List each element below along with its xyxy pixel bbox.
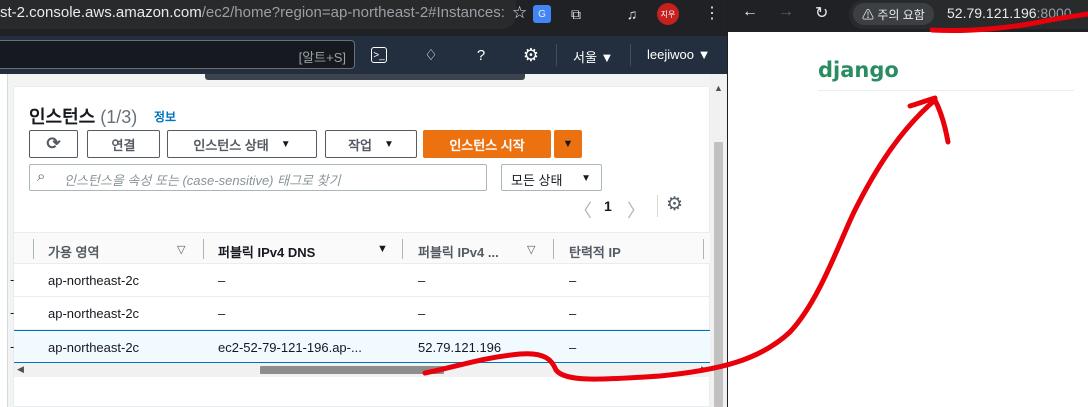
- scroll-right-icon[interactable]: ▶: [701, 364, 708, 375]
- table-row[interactable]: - ap-northeast-2c – – –: [10, 264, 711, 297]
- star-icon[interactable]: ☆: [512, 3, 527, 23]
- table-row-selected[interactable]: - ap-northeast-2c ec2-52-79-121-196.ap-.…: [10, 330, 711, 363]
- search-icon: ⌕: [37, 168, 46, 185]
- scrollbar-thumb[interactable]: [714, 142, 723, 407]
- address-url: st-2.console.aws.amazon.com/ec2/home?reg…: [0, 4, 505, 21]
- search-shortcut: [알트+S]: [298, 50, 346, 65]
- vertical-scrollbar[interactable]: ▲: [710, 74, 727, 407]
- prev-page-icon[interactable]: 〈: [574, 197, 592, 223]
- google-translate-icon[interactable]: G: [533, 5, 551, 23]
- back-icon[interactable]: ←: [742, 3, 758, 21]
- cell-ip: –: [418, 306, 426, 321]
- django-heading: django: [818, 58, 899, 82]
- cell-az: ap-northeast-2c: [48, 273, 140, 288]
- instance-filter-input[interactable]: ⌕ 인스턴스을 속성 또는 (case-sensitive) 태그로 찾기: [29, 164, 487, 191]
- address-bar[interactable]: ⚠ 주의 요함 52.79.121.196:8000: [849, 0, 1088, 29]
- django-window: ← → ↻ ⚠ 주의 요함 52.79.121.196:8000 django: [727, 0, 1088, 407]
- truncated-cell: -: [10, 305, 15, 320]
- media-icon[interactable]: ♫: [623, 5, 641, 23]
- reload-icon[interactable]: ↻: [815, 3, 828, 23]
- column-header-eip[interactable]: 탄력적 IP: [569, 242, 621, 261]
- more-icon[interactable]: ⋮: [704, 3, 720, 23]
- nav-shadow-strip: [205, 74, 525, 80]
- address-bar[interactable]: st-2.console.aws.amazon.com/ec2/home?reg…: [0, 0, 516, 29]
- divider: [818, 90, 1074, 91]
- pager-divider: [657, 195, 658, 217]
- aws-console-window: st-2.console.aws.amazon.com/ec2/home?reg…: [0, 0, 727, 407]
- region-selector[interactable]: 서울 ▼: [573, 47, 613, 66]
- page-title: 인스턴스 (1/3): [29, 107, 138, 127]
- cell-dns: –: [218, 306, 226, 321]
- column-header-az[interactable]: 가용 영역: [48, 242, 99, 261]
- next-page-icon[interactable]: 〉: [627, 197, 645, 223]
- truncated-cell: -: [10, 339, 15, 354]
- table-preferences-icon[interactable]: ⚙: [666, 193, 683, 216]
- instance-state-button[interactable]: 인스턴스 상태 ▼: [167, 130, 317, 158]
- cell-az: ap-northeast-2c: [48, 340, 140, 355]
- browser-toolbar: ← → ↻ ⚠ 주의 요함 52.79.121.196:8000: [728, 0, 1088, 32]
- launch-instance-button[interactable]: 인스턴스 시작: [423, 130, 551, 158]
- settings-gear-icon[interactable]: ⚙: [521, 45, 541, 65]
- cell-ip: –: [418, 273, 426, 288]
- table-header: 가용 영역 ▽ 퍼블릭 IPv4 DNS ▼ 퍼블릭 IPv4 ... ▽ 탄력…: [14, 232, 711, 264]
- side-nav-collapsed: [0, 74, 8, 407]
- launch-dropdown-button[interactable]: ▼: [554, 130, 582, 158]
- column-divider: [703, 239, 704, 259]
- aws-search-input[interactable]: [알트+S]: [0, 40, 355, 69]
- filter-placeholder: 인스턴스을 속성 또는 (case-sensitive) 태그로 찾기: [64, 173, 341, 188]
- not-secure-warning[interactable]: ⚠ 주의 요함: [853, 3, 934, 25]
- scroll-up-icon[interactable]: ▲: [714, 83, 723, 93]
- column-divider: [402, 239, 403, 259]
- state-filter-select[interactable]: 모든 상태 ▼: [501, 164, 602, 191]
- nav-divider: [556, 44, 557, 66]
- cell-eip: –: [569, 340, 577, 355]
- help-icon[interactable]: ?: [471, 45, 491, 65]
- column-header-ip[interactable]: 퍼블릭 IPv4 ...: [418, 242, 499, 261]
- scrollbar-thumb[interactable]: [260, 366, 444, 374]
- user-menu[interactable]: leejiwoo ▼: [647, 47, 710, 62]
- cell-dns[interactable]: ec2-52-79-121-196.ap-...: [218, 340, 362, 355]
- info-link[interactable]: 정보: [154, 108, 176, 125]
- scroll-left-icon[interactable]: ◀: [17, 364, 24, 375]
- instances-panel: 인스턴스 (1/3) 정보 ⟳ 연결 인스턴스 상태 ▼ 작업 ▼ 인스턴스 시작 …: [10, 86, 711, 407]
- horizontal-scrollbar[interactable]: ◀ ▶: [14, 363, 711, 377]
- actions-button[interactable]: 작업 ▼: [325, 130, 417, 158]
- refresh-button[interactable]: ⟳: [29, 130, 78, 158]
- column-divider: [33, 239, 34, 259]
- sort-active-icon[interactable]: ▼: [377, 243, 388, 255]
- sort-icon[interactable]: ▽: [177, 243, 185, 256]
- aws-top-nav: [알트+S] >_ ♢ ? ⚙ 서울 ▼ leejiwoo ▼: [0, 36, 727, 74]
- cell-eip: –: [569, 306, 577, 321]
- address-url: 52.79.121.196:8000: [947, 5, 1072, 21]
- column-divider: [203, 239, 204, 259]
- profile-avatar[interactable]: 지우: [657, 3, 679, 25]
- cell-dns: –: [218, 273, 226, 288]
- cloudshell-icon[interactable]: >_: [371, 47, 387, 63]
- table-row[interactable]: - ap-northeast-2c – – –: [10, 297, 711, 330]
- sort-icon[interactable]: ▽: [527, 243, 535, 256]
- bell-icon[interactable]: ♢: [421, 45, 441, 65]
- browser-toolbar: st-2.console.aws.amazon.com/ec2/home?reg…: [0, 0, 727, 36]
- connect-button[interactable]: 연결: [87, 130, 160, 158]
- nav-divider: [630, 44, 631, 66]
- cell-ip[interactable]: 52.79.121.196: [418, 340, 501, 355]
- forward-icon[interactable]: →: [778, 3, 794, 21]
- cell-az: ap-northeast-2c: [48, 306, 140, 321]
- column-header-dns[interactable]: 퍼블릭 IPv4 DNS: [218, 242, 315, 261]
- cell-eip: –: [569, 273, 577, 288]
- column-divider: [553, 239, 554, 259]
- extensions-icon[interactable]: ⧉: [567, 5, 585, 23]
- truncated-cell: -: [10, 272, 15, 287]
- page-number[interactable]: 1: [604, 198, 612, 214]
